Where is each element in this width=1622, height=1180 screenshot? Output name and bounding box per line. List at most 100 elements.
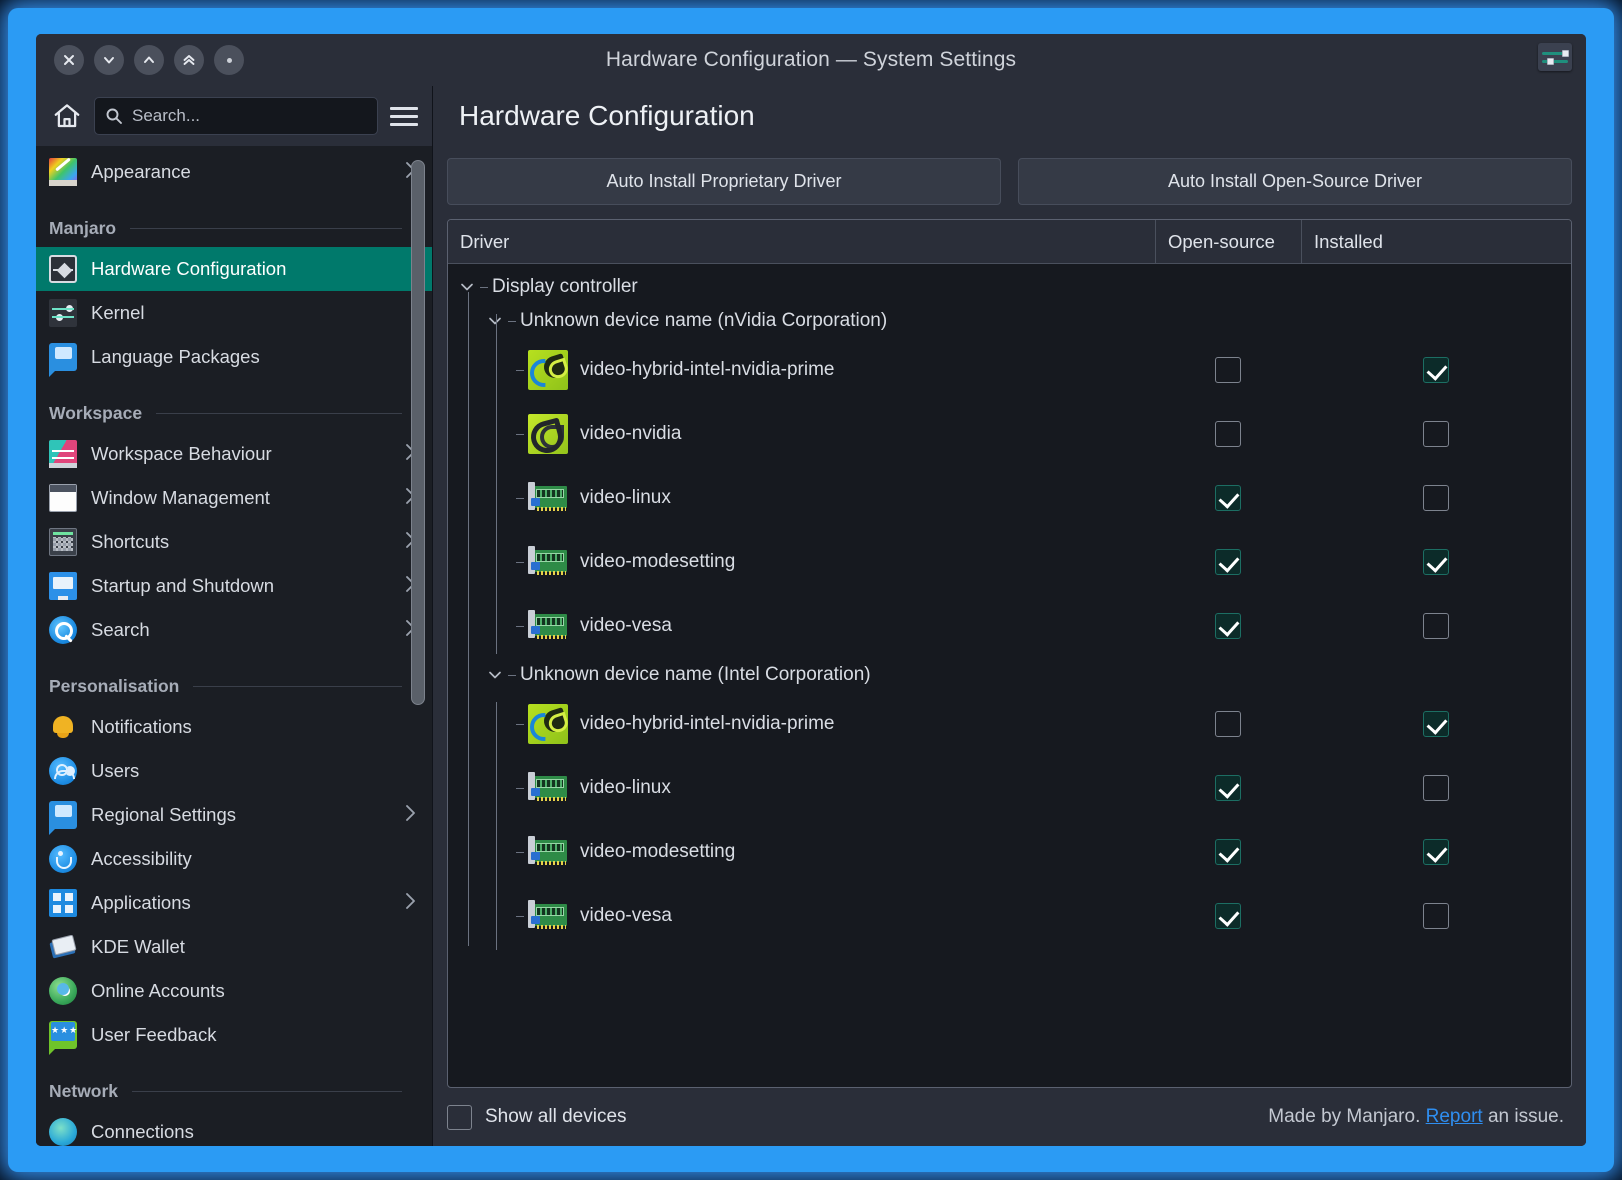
show-all-devices-checkbox[interactable] <box>447 1104 472 1130</box>
open-source-checkbox[interactable] <box>1215 711 1241 737</box>
driver-cell: video-linux <box>448 768 1155 808</box>
sidebar-item-workspace-behaviour[interactable]: Workspace Behaviour <box>36 432 432 476</box>
sidebar: Appearance Manjaro Hardware Configuration K… <box>36 86 433 1146</box>
divider <box>156 413 402 414</box>
driver-row[interactable]: video-modesetting <box>448 820 1571 884</box>
chevron-down-icon[interactable] <box>458 278 480 296</box>
open-source-checkbox[interactable] <box>1215 903 1241 929</box>
installed-cell <box>1301 357 1571 383</box>
sidebar-item-hardware-configuration[interactable]: Hardware Configuration <box>36 247 432 291</box>
sidebar-group-label: Personalisation <box>49 676 180 696</box>
sidebar-item-online-accounts[interactable]: Online Accounts <box>36 969 432 1013</box>
sidebar-item-language-packages[interactable]: Language Packages <box>36 335 432 379</box>
column-header-driver[interactable]: Driver <box>448 220 1155 263</box>
column-header-open-source[interactable]: Open-source <box>1155 220 1301 263</box>
open-source-checkbox[interactable] <box>1215 775 1241 801</box>
configure-button[interactable] <box>1538 43 1572 71</box>
sidebar-item-shortcuts[interactable]: Shortcuts <box>36 520 432 564</box>
driver-row[interactable]: video-vesa <box>448 884 1571 948</box>
maximize-button[interactable] <box>134 45 164 75</box>
sidebar-item-users[interactable]: Users <box>36 749 432 793</box>
minimize-button[interactable] <box>94 45 124 75</box>
sidebar-item-user-feedback[interactable]: User Feedback <box>36 1013 432 1057</box>
driver-row[interactable]: video-hybrid-intel-nvidia-prime <box>448 692 1571 756</box>
sidebar-scrollbar[interactable] <box>411 156 425 1136</box>
installed-checkbox[interactable] <box>1423 839 1449 865</box>
sidebar-item-search[interactable]: Search <box>36 608 432 652</box>
driver-cell: video-hybrid-intel-nvidia-prime <box>448 704 1155 744</box>
tree-leg <box>516 915 524 917</box>
driver-row[interactable]: video-modesetting <box>448 530 1571 594</box>
driver-row[interactable]: video-vesa <box>448 594 1571 658</box>
driver-row[interactable]: video-linux <box>448 466 1571 530</box>
installed-cell <box>1301 421 1571 447</box>
sidebar-item-notifications[interactable]: Notifications <box>36 705 432 749</box>
open-source-checkbox[interactable] <box>1215 549 1241 575</box>
column-header-installed[interactable]: Installed <box>1301 220 1571 263</box>
chevron-down-icon[interactable] <box>486 312 508 330</box>
shade-button[interactable] <box>174 45 204 75</box>
sidebar-item-label: Notifications <box>91 716 192 737</box>
group-label: Display controller <box>492 276 638 297</box>
sidebar-item-accessibility[interactable]: Accessibility <box>36 837 432 881</box>
open-source-checkbox[interactable] <box>1215 613 1241 639</box>
sidebar-item-connections[interactable]: Connections <box>36 1110 432 1146</box>
sidebar-scrollbar-thumb[interactable] <box>411 160 425 705</box>
search-box[interactable] <box>94 97 378 135</box>
kernel-icon <box>49 299 77 327</box>
show-all-devices-control[interactable]: Show all devices <box>447 1104 627 1130</box>
installed-checkbox[interactable] <box>1423 485 1449 511</box>
installed-checkbox[interactable] <box>1423 613 1449 639</box>
installed-checkbox[interactable] <box>1423 357 1449 383</box>
open-source-cell <box>1155 775 1301 801</box>
tree-group-row[interactable]: Display controller <box>448 270 1571 304</box>
sidebar-item-appearance[interactable]: Appearance <box>36 150 432 194</box>
search-input[interactable] <box>132 106 367 126</box>
tree-leg <box>516 787 524 789</box>
tree-group-row[interactable]: Unknown device name (nVidia Corporation) <box>448 304 1571 338</box>
sidebar-item-label: Users <box>91 760 140 781</box>
sliders-icon <box>1538 43 1572 71</box>
auto-install-button-row: Auto Install Proprietary Driver Auto Ins… <box>447 158 1572 205</box>
open-source-checkbox[interactable] <box>1215 839 1241 865</box>
feedback-icon <box>49 1021 77 1055</box>
title-bar: Hardware Configuration — System Settings <box>36 34 1586 86</box>
main-panel: Hardware Configuration Auto Install Prop… <box>433 86 1586 1146</box>
driver-cell: video-linux <box>448 478 1155 518</box>
close-button[interactable] <box>54 45 84 75</box>
installed-checkbox[interactable] <box>1423 903 1449 929</box>
open-source-checkbox[interactable] <box>1215 421 1241 447</box>
sidebar-item-kernel[interactable]: Kernel <box>36 291 432 335</box>
installed-checkbox[interactable] <box>1423 775 1449 801</box>
driver-cell: Display controller <box>448 276 1155 298</box>
sidebar-item-applications[interactable]: Applications <box>36 881 432 925</box>
auto-install-proprietary-button[interactable]: Auto Install Proprietary Driver <box>447 158 1001 205</box>
sidebar-item-startup-and-shutdown[interactable]: Startup and Shutdown <box>36 564 432 608</box>
installed-checkbox[interactable] <box>1423 711 1449 737</box>
chevron-down-icon[interactable] <box>486 666 508 684</box>
sidebar-item-regional-settings[interactable]: Regional Settings <box>36 793 432 837</box>
tree-leg <box>516 561 524 563</box>
installed-checkbox[interactable] <box>1423 549 1449 575</box>
driver-row[interactable]: video-linux <box>448 756 1571 820</box>
hamburger-icon[interactable] <box>390 106 418 126</box>
installed-checkbox[interactable] <box>1423 421 1449 447</box>
sidebar-item-kde-wallet[interactable]: KDE Wallet <box>36 925 432 969</box>
window-menu-button[interactable] <box>214 45 244 75</box>
tree-leg <box>516 497 524 499</box>
tree-group-row[interactable]: Unknown device name (Intel Corporation) <box>448 658 1571 692</box>
driver-row[interactable]: video-nvidia <box>448 402 1571 466</box>
installed-cell <box>1301 485 1571 511</box>
open-source-checkbox[interactable] <box>1215 357 1241 383</box>
divider <box>130 228 402 229</box>
home-icon[interactable] <box>52 101 82 131</box>
report-issue-link[interactable]: Report <box>1426 1106 1483 1127</box>
sidebar-item-window-management[interactable]: Window Management <box>36 476 432 520</box>
tree-leg <box>508 320 516 322</box>
installed-cell <box>1301 613 1571 639</box>
auto-install-opensource-button[interactable]: Auto Install Open-Source Driver <box>1018 158 1572 205</box>
driver-row[interactable]: video-hybrid-intel-nvidia-prime <box>448 338 1571 402</box>
sidebar-item-label: Appearance <box>91 161 191 182</box>
driver-cell: Unknown device name (Intel Corporation) <box>448 664 1155 686</box>
open-source-checkbox[interactable] <box>1215 485 1241 511</box>
